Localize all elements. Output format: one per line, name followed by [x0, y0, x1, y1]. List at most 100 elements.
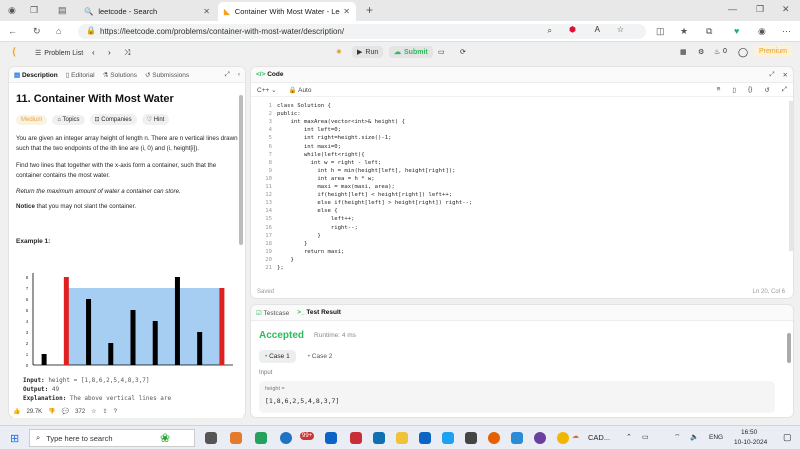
tab-solutions[interactable]: ⚗ Solutions — [103, 71, 137, 79]
flame-streak-icon[interactable]: ♨ — [714, 48, 720, 56]
file-explorer-icon[interactable] — [396, 432, 408, 444]
mail-icon[interactable] — [511, 432, 523, 444]
app-icon[interactable] — [465, 432, 477, 444]
refresh-icon[interactable]: ↻ — [33, 26, 41, 37]
close-tab-icon[interactable]: ✕ — [203, 7, 210, 16]
bookmark-icon[interactable]: ▯ — [732, 86, 736, 94]
back-icon[interactable]: ← — [8, 26, 17, 36]
close-window-icon[interactable]: ✕ — [782, 4, 790, 15]
tray-arrow-icon[interactable]: ⌃ — [626, 433, 632, 441]
chrome-icon[interactable] — [557, 432, 569, 444]
editor-scrollbar[interactable] — [789, 101, 793, 251]
minimize-icon[interactable]: — — [728, 4, 737, 14]
difficulty-badge[interactable]: Medium — [16, 114, 48, 125]
expand-icon[interactable]: ⤢ — [225, 71, 230, 79]
copilot-icon[interactable]: ◉ — [758, 26, 766, 37]
fullscreen-icon[interactable]: ⤢ — [782, 86, 787, 94]
tab-testcase[interactable]: ☑ Testcase — [256, 309, 289, 317]
extension-icon[interactable]: ⬢ — [569, 25, 576, 34]
favorite-star-icon[interactable]: ☆ — [617, 25, 624, 34]
tab-editorial[interactable]: ▯ Editorial — [66, 71, 95, 79]
favorites-icon[interactable]: ★ — [680, 26, 688, 37]
tab-submissions[interactable]: ↺ Submissions — [145, 71, 189, 79]
windows-start-icon[interactable]: ⊞ — [10, 432, 19, 445]
share-icon[interactable]: ⇪ — [103, 408, 108, 415]
profile-icon[interactable]: ◉ — [8, 5, 16, 16]
close-tab-icon[interactable]: ✕ — [343, 7, 350, 16]
comment-icon[interactable]: 💬 — [62, 408, 69, 415]
star-icon[interactable]: ☆ — [91, 408, 96, 415]
network-icon[interactable]: ▭ — [642, 433, 649, 441]
mode-toggle[interactable]: 🔒 Auto — [289, 86, 312, 94]
app-icon[interactable] — [373, 432, 385, 444]
url-field[interactable]: 🔒 https://leetcode.com/problems/containe… — [78, 24, 646, 39]
home-icon[interactable]: ⌂ — [56, 26, 61, 36]
problem-list-button[interactable]: ☰ Problem List — [30, 47, 88, 59]
weather-icon[interactable]: ☁ — [572, 432, 579, 440]
tab-test-result[interactable]: >_ Test Result — [297, 309, 341, 316]
tab-actions-icon[interactable]: ▤ — [58, 5, 67, 16]
tab-leetcode[interactable]: ◣ Container With Most Water - Leet ✕ — [218, 2, 356, 21]
case-2-tab[interactable]: • Case 2 — [302, 350, 339, 363]
firefox-icon[interactable] — [488, 432, 500, 444]
office-icon[interactable] — [230, 432, 242, 444]
submit-button[interactable]: ☁ Submit — [389, 46, 433, 58]
more-menu-icon[interactable]: ⋯ — [782, 26, 791, 37]
app-icon[interactable] — [534, 432, 546, 444]
dislike-icon[interactable]: 👎 — [48, 408, 55, 415]
notifications-icon[interactable]: ▢ — [783, 432, 792, 443]
companies-chip[interactable]: ⊡ Companies — [89, 114, 137, 125]
news-widget-icon[interactable]: ❀ — [160, 431, 170, 445]
scrollbar[interactable] — [787, 333, 791, 363]
app-icon[interactable] — [350, 432, 362, 444]
new-tab-icon[interactable]: + — [366, 3, 373, 17]
search-icon[interactable]: ⌕ — [548, 26, 552, 36]
reset-icon[interactable]: ↺ — [764, 86, 769, 94]
code-editor[interactable]: 1 class Solution {2 public: 3 int maxArea(v… — [255, 102, 785, 282]
wifi-icon[interactable]: ⌔ — [674, 433, 681, 442]
outlook-icon[interactable] — [325, 432, 337, 444]
language-indicator[interactable]: ENG — [709, 434, 723, 441]
app-icon[interactable] — [255, 432, 267, 444]
clock-date[interactable]: 10-10-2024 — [734, 439, 767, 446]
maximize-icon[interactable]: ❐ — [756, 4, 764, 15]
topics-chip[interactable]: ⌂ Topics — [52, 114, 85, 125]
tab-description[interactable]: ▤ Description — [14, 71, 58, 79]
case-1-tab[interactable]: • Case 1 — [259, 350, 296, 363]
split-screen-icon[interactable]: ◫ — [656, 26, 665, 37]
premium-button[interactable]: Premium — [754, 46, 793, 57]
run-button[interactable]: ▶ Run — [352, 46, 384, 58]
prev-problem-icon[interactable]: ‹ — [92, 48, 95, 57]
language-select[interactable]: C++ ⌄ — [257, 86, 277, 94]
read-aloud-icon[interactable]: A — [595, 25, 600, 34]
edge-browser-icon[interactable] — [280, 432, 292, 444]
close-icon[interactable]: ✕ — [783, 71, 788, 79]
notes-icon[interactable]: ▭ — [438, 48, 445, 56]
taskbar-search[interactable]: ⌕ Type here to search — [29, 429, 195, 447]
volume-icon[interactable]: 🔈 — [690, 433, 699, 441]
expand-icon[interactable]: ⤢ — [769, 71, 774, 79]
clock-time[interactable]: 16:50 — [741, 429, 757, 436]
task-view-icon[interactable] — [205, 432, 217, 444]
leetcode-logo-icon[interactable]: ⟨ — [12, 47, 16, 58]
collections-toolbar-icon[interactable]: ⧉ — [706, 26, 712, 37]
format-icon[interactable]: ≡ — [717, 86, 721, 93]
browser-essentials-icon[interactable]: ♥ — [734, 26, 739, 36]
collections-icon[interactable]: ❐ — [30, 5, 38, 16]
next-problem-icon[interactable]: › — [108, 48, 111, 57]
settings-gear-icon[interactable]: ⚙ — [698, 48, 704, 56]
shuffle-icon[interactable]: ⤨ — [124, 48, 130, 58]
scrollbar[interactable] — [239, 95, 243, 245]
avatar[interactable]: ◯ — [738, 47, 748, 58]
linkedin-icon[interactable] — [419, 432, 431, 444]
like-icon[interactable]: 👍 — [13, 408, 20, 415]
playground-icon[interactable]: ⟳ — [460, 48, 466, 56]
hint-chip[interactable]: ♡ Hint — [141, 114, 170, 125]
layout-icon[interactable]: ▦ — [680, 48, 687, 56]
debug-icon[interactable]: ✹ — [336, 48, 342, 56]
tab-search[interactable]: 🔍 leetcode - Search ✕ — [78, 2, 216, 21]
collapse-icon[interactable]: ‹ — [238, 71, 240, 78]
help-icon[interactable]: ? — [114, 409, 117, 415]
braces-icon[interactable]: {} — [748, 86, 752, 93]
app-icon[interactable] — [442, 432, 454, 444]
